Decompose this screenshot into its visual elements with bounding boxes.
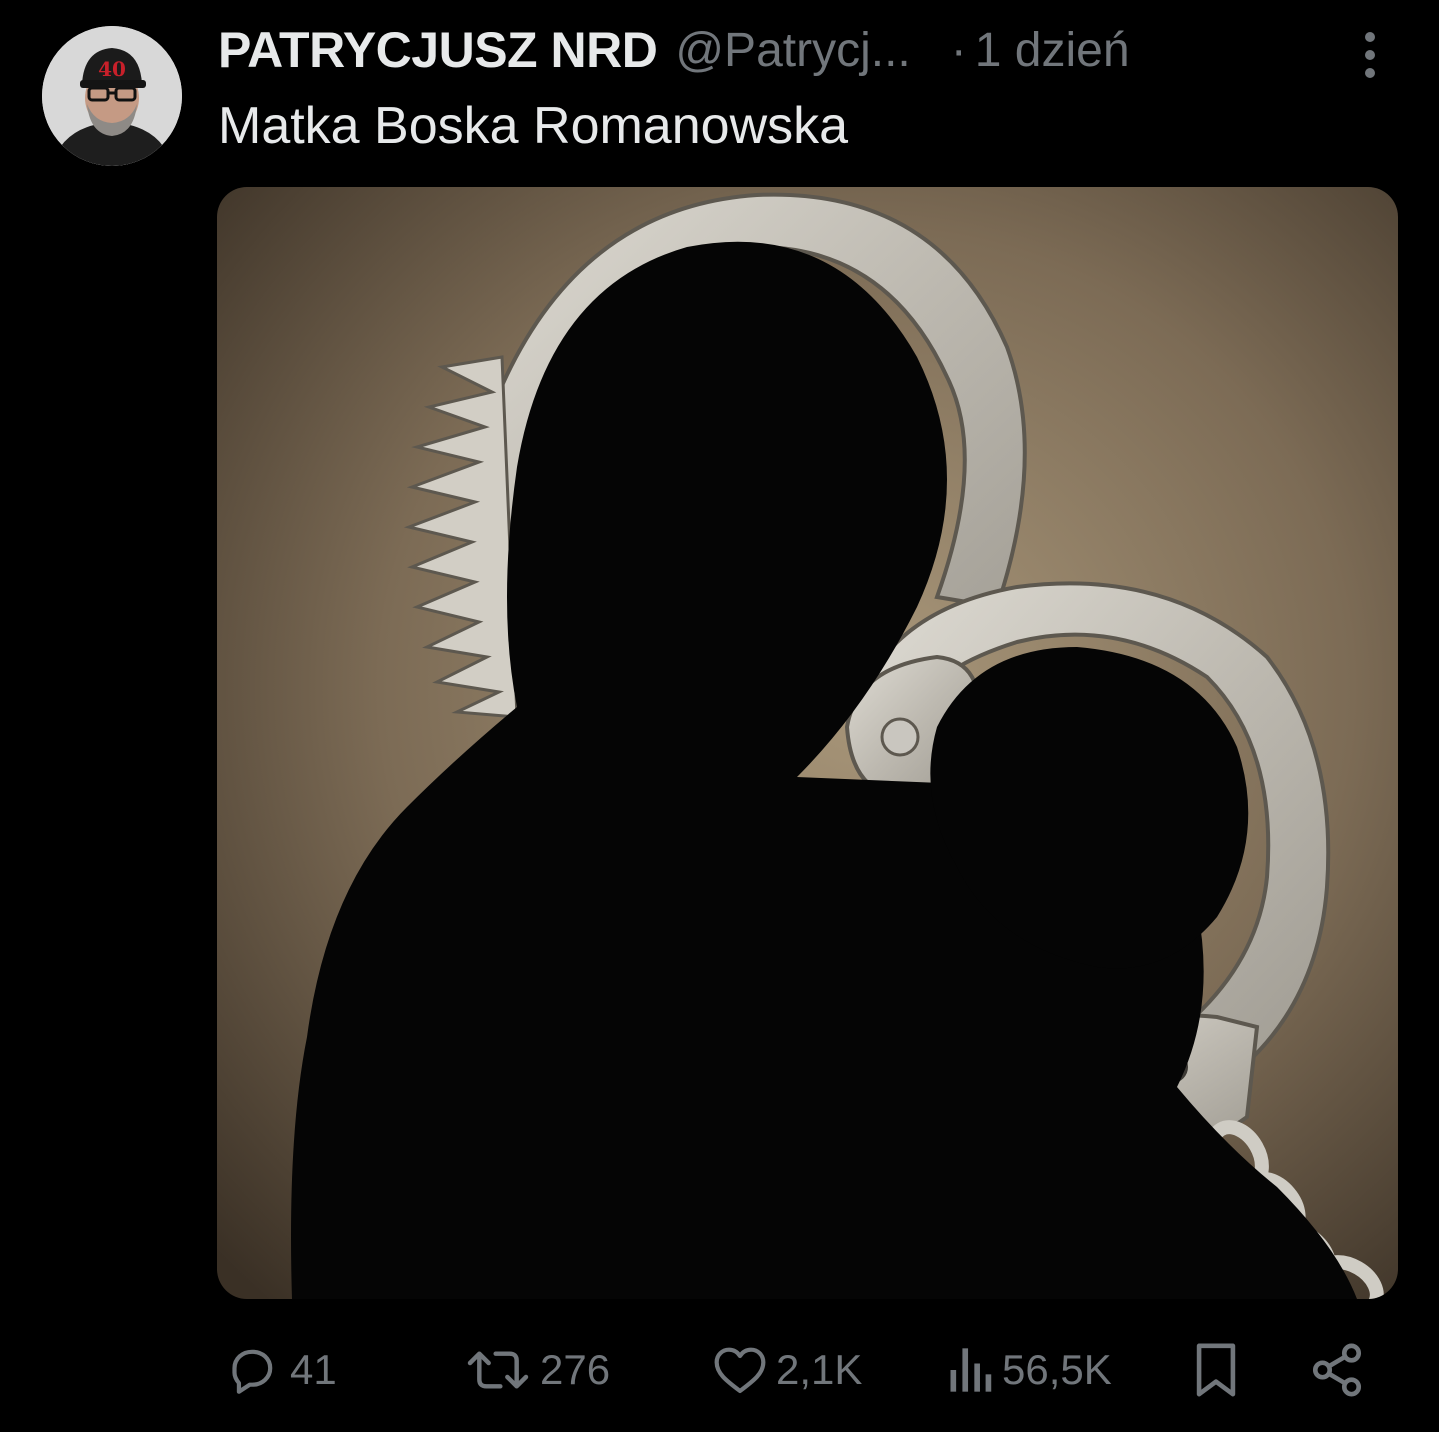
share-icon bbox=[1312, 1343, 1362, 1397]
avatar-image: 40 bbox=[42, 26, 182, 166]
tweet-media[interactable] bbox=[217, 187, 1398, 1299]
reply-icon bbox=[232, 1349, 273, 1394]
views-icon bbox=[950, 1348, 992, 1392]
views-button[interactable]: 56,5K bbox=[946, 1335, 1112, 1405]
reply-button[interactable]: 41 bbox=[222, 1335, 337, 1405]
bookmark-icon bbox=[1196, 1343, 1236, 1397]
like-button[interactable]: 2,1K bbox=[712, 1335, 862, 1405]
repost-button[interactable]: 276 bbox=[464, 1335, 610, 1405]
repost-icon bbox=[467, 1351, 529, 1389]
tweet-text: Matka Boska Romanowska bbox=[218, 97, 849, 155]
tweet: 40 PATRYCJUSZ NRD @Patrycj... · 1 dzień … bbox=[0, 0, 1439, 1432]
timestamp[interactable]: 1 dzień bbox=[975, 23, 1130, 78]
bookmark-button[interactable] bbox=[1190, 1335, 1242, 1405]
views-count: 56,5K bbox=[1002, 1346, 1112, 1393]
tweet-actions: 41 276 2,1K 56,5K bbox=[218, 1335, 1368, 1405]
like-count: 2,1K bbox=[776, 1346, 863, 1393]
svg-text:40: 40 bbox=[98, 57, 126, 81]
more-vertical-icon bbox=[1365, 32, 1375, 78]
heart-icon bbox=[714, 1347, 766, 1394]
repost-count: 276 bbox=[540, 1346, 611, 1393]
separator-dot: · bbox=[950, 23, 967, 77]
share-button[interactable] bbox=[1308, 1335, 1366, 1405]
display-name[interactable]: PATRYCJUSZ NRD bbox=[218, 21, 658, 79]
user-handle[interactable]: @Patrycj... bbox=[675, 23, 910, 78]
tweet-header: PATRYCJUSZ NRD @Patrycj... · 1 dzień bbox=[218, 18, 1130, 82]
reply-count: 41 bbox=[290, 1346, 337, 1393]
avatar[interactable]: 40 bbox=[42, 26, 182, 166]
more-options-button[interactable] bbox=[1352, 28, 1388, 82]
image-handcuffs-silhouette bbox=[217, 187, 1398, 1299]
